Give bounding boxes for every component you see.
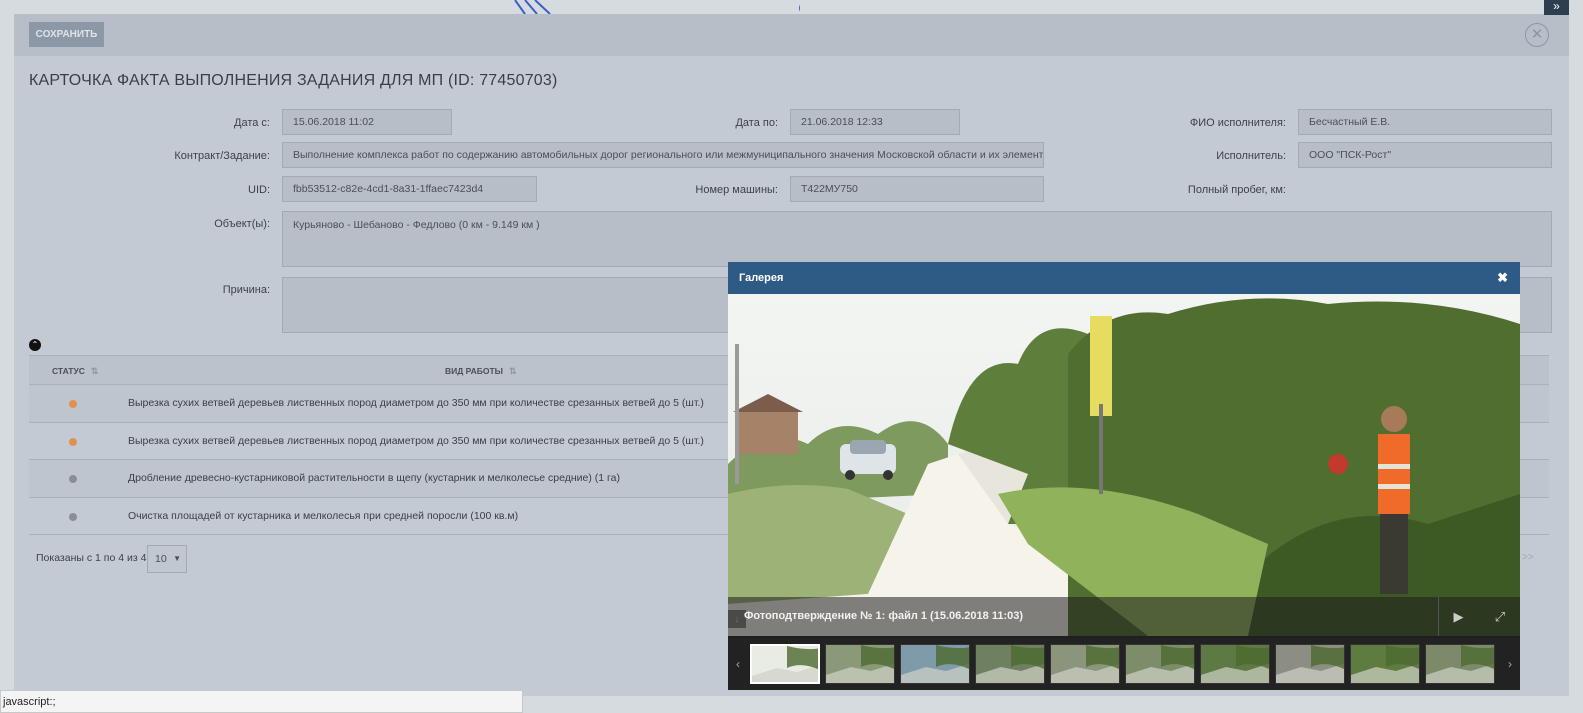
pagination-info: Показаны с 1 по 4 из 4 xyxy=(36,552,147,564)
gallery-header: Галерея ✖ xyxy=(728,262,1520,294)
date-from-label: Дата с: xyxy=(234,117,270,129)
date-from-field[interactable]: 15.06.2018 11:02 xyxy=(282,109,452,135)
fullscreen-icon[interactable]: ⤢ xyxy=(1480,597,1520,636)
sort-icon[interactable]: ⇅ xyxy=(91,366,99,376)
close-gallery-icon[interactable]: ✖ xyxy=(1497,262,1508,294)
work-type-cell: Дробление древесно-кустарниковой растите… xyxy=(128,472,620,484)
contract-label: Контракт/Задание: xyxy=(174,150,270,162)
collapse-section-icon[interactable]: ⌃ xyxy=(29,339,41,351)
gallery-thumbnail[interactable] xyxy=(1200,644,1270,684)
close-card-icon[interactable]: ✕ xyxy=(1525,23,1549,47)
executor-label: Исполнитель: xyxy=(1216,150,1286,162)
date-to-field[interactable]: 21.06.2018 12:33 xyxy=(790,109,960,135)
status-column-header[interactable]: СТАТУС ⇅ xyxy=(52,356,98,386)
status-dot-icon xyxy=(69,512,77,521)
uid-field[interactable]: fbb53512-c82e-4cd1-8a31-1ffaec7423d4 xyxy=(282,176,537,202)
gallery-thumbnail[interactable] xyxy=(1275,644,1345,684)
contract-field[interactable]: Выполнение комплекса работ по содержанию… xyxy=(282,142,1044,168)
work-type-cell: Вырезка сухих ветвей деревьев лиственных… xyxy=(128,397,704,409)
gallery-thumbnail[interactable] xyxy=(975,644,1045,684)
executor-name-field[interactable]: Бесчастный Е.В. xyxy=(1298,109,1552,135)
page-size-select[interactable]: 10 ▼ xyxy=(147,545,187,573)
work-type-cell: Вырезка сухих ветвей деревьев лиственных… xyxy=(128,434,704,447)
status-dot-icon xyxy=(69,437,77,446)
gallery-thumbnail[interactable] xyxy=(825,644,895,684)
car-number-field[interactable]: Т422МУ750 xyxy=(790,176,1044,202)
thumbnails-next-icon[interactable]: › xyxy=(1500,638,1520,690)
status-dot-icon xyxy=(69,400,77,408)
page-title: КАРТОЧКА ФАКТА ВЫПОЛНЕНИЯ ЗАДАНИЯ ДЛЯ МП… xyxy=(29,72,558,89)
next-page-button[interactable]: >> xyxy=(1522,552,1534,563)
gallery-main-photo: ↓ xyxy=(728,294,1520,636)
objects-label: Объект(ы): xyxy=(214,218,270,230)
car-number-label: Номер машины: xyxy=(695,184,778,196)
browser-status-bar: javascript:; xyxy=(0,690,523,713)
executor-field[interactable]: ООО "ПСК-Рост" xyxy=(1298,142,1552,168)
gallery-title: Галерея xyxy=(739,272,784,284)
status-header-label: СТАТУС xyxy=(52,366,85,376)
executor-name-label: ФИО исполнителя: xyxy=(1189,117,1286,129)
work-type-header-label: ВИД РАБОТЫ xyxy=(445,366,503,376)
save-button[interactable]: СОХРАНИТЬ xyxy=(29,22,104,47)
work-type-column-header[interactable]: ВИД РАБОТЫ ⇅ xyxy=(445,356,517,386)
chevron-down-icon: ▼ xyxy=(173,554,181,563)
reason-label: Причина: xyxy=(222,284,270,296)
gallery-thumbnail[interactable] xyxy=(1350,644,1420,684)
expand-panel-button[interactable]: » xyxy=(1544,0,1569,15)
gallery-thumbnail[interactable] xyxy=(1125,644,1195,684)
gallery-caption-bar: Фотоподтверждение № 1: файл 1 (15.06.201… xyxy=(728,597,1520,636)
uid-label: UID: xyxy=(248,184,270,196)
gallery-thumbnail[interactable] xyxy=(750,644,820,684)
card-toolbar: СОХРАНИТЬ ✕ xyxy=(14,14,1569,56)
thumbnails-prev-icon[interactable]: ‹ xyxy=(728,638,748,690)
thumbnail-strip: ‹ › xyxy=(728,638,1520,690)
sort-icon[interactable]: ⇅ xyxy=(509,366,517,376)
gallery-thumbnail[interactable] xyxy=(1425,644,1495,684)
gallery-modal: Галерея ✖ Фотоподтверждение № 1: файл 1 … xyxy=(728,262,1520,690)
page-size-value: 10 xyxy=(155,553,167,565)
gallery-thumbnail[interactable] xyxy=(1050,644,1120,684)
work-type-cell: Очистка площадей от кустарника и мелколе… xyxy=(128,509,519,522)
mileage-label: Полный пробег, км: xyxy=(1187,184,1286,196)
roadside-photo xyxy=(728,294,1520,636)
objects-field[interactable]: Курьяново - Шебаново - Федлово (0 км - 9… xyxy=(282,211,1552,267)
gallery-thumbnail[interactable] xyxy=(900,644,970,684)
status-dot-icon xyxy=(69,475,77,483)
date-to-label: Дата по: xyxy=(735,117,778,129)
photo-caption: Фотоподтверждение № 1: файл 1 (15.06.201… xyxy=(744,610,1024,622)
play-slideshow-icon[interactable]: ▶ xyxy=(1438,597,1478,636)
